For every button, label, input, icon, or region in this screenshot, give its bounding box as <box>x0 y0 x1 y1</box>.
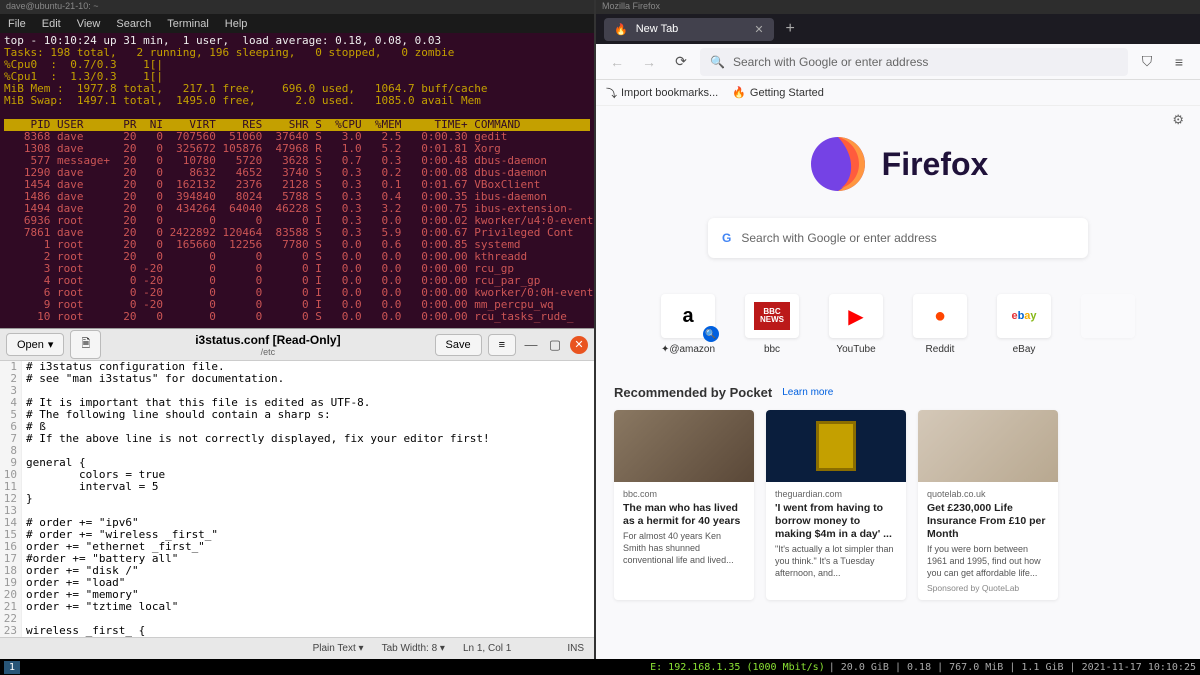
gedit-statusbar: Plain Text ▾ Tab Width: 8 ▾ Ln 1, Col 1 … <box>0 637 594 659</box>
table-row: 10 root 20 0 0 0 0 S 0.0 0.0 0:00.00 rcu… <box>4 311 590 323</box>
insert-mode: INS <box>567 643 584 654</box>
menu-file[interactable]: File <box>8 18 26 30</box>
gear-icon: ⚙ <box>1172 112 1184 127</box>
close-icon: ✕ <box>574 338 583 351</box>
reload-icon: ⟳ <box>675 53 687 70</box>
url-bar[interactable]: 🔍 Search with Google or enter address <box>700 48 1128 76</box>
maximize-button[interactable]: ▢ <box>546 336 564 354</box>
minimize-button[interactable]: — <box>522 336 540 354</box>
nav-toolbar: ← → ⟳ 🔍 Search with Google or enter addr… <box>596 44 1200 80</box>
new-doc-icon: 🗎 <box>81 335 90 354</box>
editor-line: 21order += "tztime local" <box>0 601 594 613</box>
save-button[interactable]: Save <box>435 334 482 356</box>
gedit-headerbar: Open▾ 🗎 i3status.conf [Read-Only] /etc S… <box>0 329 594 361</box>
search-icon: 🔍 <box>710 55 725 69</box>
hamburger-button[interactable]: ≡ <box>488 334 516 356</box>
terminal-output[interactable]: top - 10:10:24 up 31 min, 1 user, load a… <box>0 33 594 328</box>
terminal-window-title: dave@ubuntu-21-10: ~ <box>0 0 594 14</box>
firefox-window-title: Mozilla Firefox <box>596 0 1200 14</box>
editor-line: 5# The following line should contain a s… <box>0 409 594 421</box>
newtab-content: ⚙ Firefox G Search with Google or enter … <box>596 106 1200 659</box>
search-icon: 🔍 <box>703 326 719 342</box>
syntax-selector[interactable]: Plain Text ▾ <box>313 643 364 654</box>
hamburger-icon: ≡ <box>499 339 505 351</box>
tab-width-selector[interactable]: Tab Width: 8 ▾ <box>382 643 445 654</box>
plus-icon: + <box>786 20 795 37</box>
google-icon: G <box>722 231 731 245</box>
extensions-button[interactable]: ⛉ <box>1134 49 1160 75</box>
pocket-card[interactable]: bbc.com The man who has lived as a hermi… <box>614 410 754 600</box>
tab-strip: 🔥 New Tab ✕ + <box>596 14 1200 44</box>
firefox-tab-icon: 🔥 <box>614 23 628 36</box>
pocket-card[interactable]: theguardian.com 'I went from having to b… <box>766 410 906 600</box>
firefox-icon: 🔥 <box>732 86 746 99</box>
tab-close-icon[interactable]: ✕ <box>754 23 763 36</box>
pocket-learn-more[interactable]: Learn more <box>782 387 833 398</box>
reddit-icon: ● <box>934 305 946 328</box>
newtab-search[interactable]: G Search with Google or enter address <box>708 218 1088 258</box>
firefox-logo-icon <box>808 134 868 194</box>
new-tab-button[interactable]: + <box>780 20 801 38</box>
import-icon: ⤵ <box>606 85 617 101</box>
hamburger-icon: ≡ <box>1175 54 1183 70</box>
menu-view[interactable]: View <box>77 18 101 30</box>
cursor-position: Ln 1, Col 1 <box>463 643 511 654</box>
back-button[interactable]: ← <box>604 49 630 75</box>
card-image <box>918 410 1058 482</box>
gedit-title: i3status.conf [Read-Only] /etc <box>107 333 428 357</box>
pocket-heading: Recommended by Pocket <box>614 385 772 400</box>
status-ethernet: E: 192.168.1.35 (1000 Mbit/s) <box>650 662 825 673</box>
reload-button[interactable]: ⟳ <box>668 49 694 75</box>
bbc-icon: BBCNEWS <box>754 302 790 330</box>
menu-help[interactable]: Help <box>225 18 248 30</box>
shield-icon: ⛉ <box>1142 53 1153 70</box>
shortcut-amazon[interactable]: a🔍 ✦@amazon <box>658 294 718 355</box>
menu-terminal[interactable]: Terminal <box>167 18 209 30</box>
editor-line: 2# see "man i3status" for documentation. <box>0 373 594 385</box>
shortcut-youtube[interactable]: ▶ YouTube <box>826 294 886 355</box>
editor-line: 8 <box>0 445 594 457</box>
bookmarks-toolbar: ⤵Import bookmarks... 🔥Getting Started <box>596 80 1200 106</box>
pocket-card[interactable]: quotelab.co.uk Get £230,000 Life Insuran… <box>918 410 1058 600</box>
i3-status-bar: 1 E: 192.168.1.35 (1000 Mbit/s) | 20.0 G… <box>0 659 1200 675</box>
editor-line: 11 interval = 5 <box>0 481 594 493</box>
open-button[interactable]: Open▾ <box>6 333 64 356</box>
customize-button[interactable]: ⚙ <box>1172 112 1184 128</box>
firefox-logo: Firefox <box>596 134 1200 194</box>
close-button[interactable]: ✕ <box>570 336 588 354</box>
status-rest: | 20.0 GiB | 0.18 | 767.0 MiB | 1.1 GiB … <box>829 662 1196 673</box>
shortcut-empty[interactable] <box>1078 294 1138 355</box>
top-swap: MiB Swap: 1497.1 total, 1495.0 free, 2.0… <box>4 95 590 107</box>
shortcut-reddit[interactable]: ● Reddit <box>910 294 970 355</box>
workspace-button[interactable]: 1 <box>4 661 20 674</box>
card-image <box>766 410 906 482</box>
chevron-down-icon: ▾ <box>48 338 54 351</box>
forward-button[interactable]: → <box>636 49 662 75</box>
shortcut-ebay[interactable]: ebay eBay <box>994 294 1054 355</box>
pocket-section: Recommended by Pocket Learn more bbc.com… <box>614 385 1182 600</box>
editor-line: 23wireless _first_ { <box>0 625 594 637</box>
ebay-icon: ebay <box>1011 310 1036 322</box>
terminal-menubar: File Edit View Search Terminal Help <box>0 14 594 34</box>
new-tab-button[interactable]: 🗎 <box>70 330 101 359</box>
amazon-icon: a <box>682 305 693 328</box>
menu-edit[interactable]: Edit <box>42 18 61 30</box>
gedit-window: Open▾ 🗎 i3status.conf [Read-Only] /etc S… <box>0 328 594 659</box>
arrow-left-icon: ← <box>610 54 624 70</box>
youtube-icon: ▶ <box>848 304 863 329</box>
card-image <box>614 410 754 482</box>
shortcut-bbc[interactable]: BBCNEWS bbc <box>742 294 802 355</box>
import-bookmarks[interactable]: ⤵Import bookmarks... <box>606 85 718 101</box>
top-sites: a🔍 ✦@amazon BBCNEWS bbc ▶ YouTube ● Redd… <box>596 294 1200 355</box>
arrow-right-icon: → <box>642 54 656 70</box>
editor-line: 7# If the above line is not correctly di… <box>0 433 594 445</box>
editor-line: 12} <box>0 493 594 505</box>
tab-new-tab[interactable]: 🔥 New Tab ✕ <box>604 18 774 41</box>
menu-search[interactable]: Search <box>116 18 151 30</box>
getting-started[interactable]: 🔥Getting Started <box>732 86 824 99</box>
app-menu-button[interactable]: ≡ <box>1166 49 1192 75</box>
editor-content[interactable]: 1# i3status configuration file.2# see "m… <box>0 361 594 637</box>
